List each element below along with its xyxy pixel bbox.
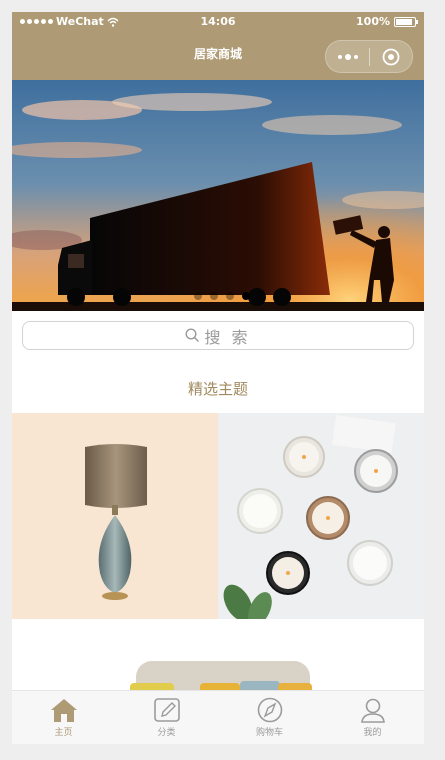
more-button[interactable]: [326, 53, 369, 60]
carousel-dot[interactable]: [194, 292, 202, 300]
nav-bar: 居家商城: [12, 32, 424, 80]
search-icon: [185, 328, 200, 342]
tab-label: 购物车: [255, 728, 283, 738]
carousel-dot[interactable]: [226, 292, 234, 300]
tab-cart[interactable]: 购物车: [218, 691, 321, 744]
close-button[interactable]: [370, 48, 412, 66]
tab-label: 分类: [157, 728, 176, 738]
close-circle-icon: [382, 48, 400, 65]
battery-icon: [394, 16, 418, 27]
search-box[interactable]: 搜 索: [22, 321, 414, 350]
edit-icon: [153, 698, 180, 722]
mini-program-capsule: [325, 40, 413, 73]
status-bar: WeChat 14:06 100%: [12, 12, 424, 32]
theme-tile-candles[interactable]: [218, 413, 424, 619]
carousel-dot[interactable]: [210, 292, 218, 300]
tab-bar: 主页 分类 购物车 我的: [12, 690, 424, 744]
banner-carousel[interactable]: [12, 80, 424, 311]
tab-label: 主页: [54, 728, 73, 738]
phone-screen: WeChat 14:06 100% 居家商城 搜 索 精选主题 主页 分类 购物…: [12, 12, 424, 744]
tab-profile[interactable]: 我的: [321, 691, 424, 744]
carousel-dot-active[interactable]: [242, 292, 250, 300]
compass-icon: [257, 697, 282, 723]
carousel-indicators: [194, 292, 250, 300]
section-title: 精选主题: [187, 380, 248, 398]
battery-status: 100%: [356, 15, 418, 28]
candles-image: [223, 414, 398, 619]
tab-label: 我的: [363, 728, 382, 738]
tab-category[interactable]: 分类: [115, 691, 218, 744]
user-icon: [360, 698, 385, 723]
home-icon: [50, 699, 77, 722]
battery-percent: 100%: [356, 15, 390, 28]
theme-tile-lamp[interactable]: [12, 413, 218, 619]
search-placeholder: 搜 索: [204, 327, 251, 347]
banner-image: [12, 80, 424, 311]
lamp-image: [85, 444, 147, 600]
sofa-image: [130, 661, 312, 699]
theme-tile-sofa[interactable]: [12, 619, 424, 699]
tab-home[interactable]: 主页: [12, 691, 115, 744]
